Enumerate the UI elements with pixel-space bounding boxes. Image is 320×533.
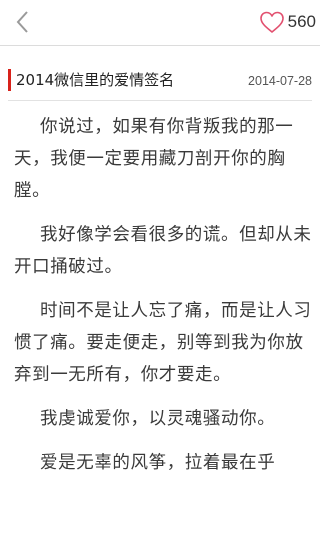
like-button[interactable]: 560: [259, 7, 316, 37]
back-button[interactable]: [6, 6, 38, 38]
article-paragraph: 你说过，如果有你背叛我的那一天，我便一定要用藏刀剖开你的胸膛。: [14, 117, 294, 201]
article-body: 你说过，如果有你背叛我的那一天，我便一定要用藏刀剖开你的胸膛。 我好像学会看很多…: [14, 111, 314, 491]
article-date: 2014-07-28: [248, 74, 312, 88]
title-divider: [8, 100, 312, 101]
article-paragraph: 时间不是让人忘了痛，而是让人习惯了痛。要走便走，别等到我为你放弃到一无所有，你才…: [14, 301, 312, 385]
article-title: 2014微信里的爱情签名: [16, 71, 175, 89]
article-paragraph: 爱是无辜的风筝，拉着最在乎: [40, 453, 276, 473]
heart-outline-icon: [259, 11, 284, 33]
like-count: 560: [287, 12, 316, 31]
article-header: 2014微信里的爱情签名 2014-07-28: [0, 62, 320, 98]
title-accent-bar: [8, 69, 11, 91]
article-paragraph: 我虔诚爱你，以灵魂骚动你。: [40, 409, 276, 429]
top-bar: 560: [0, 0, 320, 46]
chevron-left-icon: [16, 11, 28, 33]
article-paragraph: 我好像学会看很多的谎。但却从未开口捅破过。: [14, 225, 312, 277]
